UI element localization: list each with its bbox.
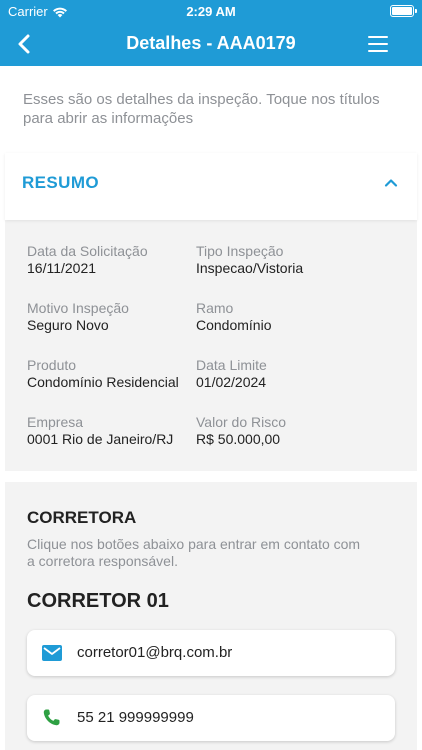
page-title: Detalhes - AAA0179 — [126, 33, 296, 53]
broker-card: CORRETORA Clique nos botões abaixo para … — [5, 482, 417, 750]
summary-header[interactable]: RESUMO — [5, 153, 417, 220]
field-request-date: Data da Solicitação 16/11/2021 — [27, 243, 148, 277]
field-label: Data Limite — [196, 357, 267, 373]
field-value: Seguro Novo — [27, 317, 109, 333]
intro-text: Esses são os detalhes da inspeção. Toque… — [23, 91, 380, 127]
field-value: Condomínio Residencial — [27, 374, 179, 390]
field-label: Data da Solicitação — [27, 243, 148, 259]
email-button[interactable]: corretor01@brq.com.br — [27, 630, 395, 676]
field-value: 0001 Rio de Janeiro/RJ — [27, 431, 174, 447]
field-value: 16/11/2021 — [27, 260, 97, 276]
broker-subtitle: Clique nos botões abaixo para entrar em … — [27, 536, 361, 569]
status-bar: Carrier 2:29 AM — [0, 0, 422, 24]
chevron-up-icon[interactable] — [383, 175, 399, 191]
field-label: Tipo Inspeção — [196, 243, 284, 259]
field-company: Empresa 0001 Rio de Janeiro/RJ — [27, 414, 173, 448]
field-value: R$ 50.000,00 — [196, 431, 281, 447]
summary-card: RESUMO Data da Solicitação 16/11/2021 Ti… — [5, 153, 417, 471]
broker-name: CORRETOR 01 — [27, 590, 169, 612]
field-inspection-type: Tipo Inspeção Inspecao/Vistoria — [196, 243, 303, 277]
field-risk-value: Valor do Risco R$ 50.000,00 — [196, 414, 286, 448]
email-icon — [42, 645, 62, 661]
email-text: corretor01@brq.com.br — [77, 644, 233, 661]
field-value: Inspecao/Vistoria — [196, 260, 304, 276]
field-label: Valor do Risco — [196, 414, 287, 430]
field-label: Empresa — [27, 414, 84, 430]
nav-bar: Detalhes - AAA0179 — [0, 24, 422, 66]
field-product: Produto Condomínio Residencial — [27, 357, 179, 391]
field-label: Ramo — [196, 300, 234, 316]
field-value: 01/02/2024 — [196, 374, 267, 390]
field-value: Condomínio — [196, 317, 272, 333]
field-label: Motivo Inspeção — [27, 300, 129, 316]
field-inspection-reason: Motivo Inspeção Seguro Novo — [27, 300, 129, 334]
hamburger-menu-icon[interactable] — [368, 36, 388, 54]
phone-button[interactable]: 55 21 999999999 — [27, 695, 395, 741]
phone-text: 55 21 999999999 — [77, 709, 194, 726]
summary-heading: RESUMO — [22, 173, 100, 192]
battery-icon — [390, 5, 417, 17]
phone-icon — [43, 709, 60, 726]
field-label: Produto — [27, 357, 77, 373]
broker-heading: CORRETORA — [27, 508, 137, 527]
field-deadline: Data Limite 01/02/2024 — [196, 357, 267, 391]
status-time: 2:29 AM — [186, 4, 236, 19]
field-branch: Ramo Condomínio — [196, 300, 272, 334]
